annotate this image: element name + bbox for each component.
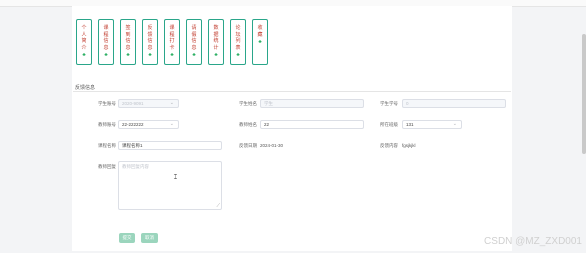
nav-item-char: 数 — [213, 25, 219, 31]
section-title: 反馈信息 — [75, 85, 96, 91]
nav-item-char: 息 — [191, 44, 197, 51]
divider — [73, 91, 511, 92]
leaf-icon: ♣ — [214, 52, 218, 59]
class-label: 所在班级 — [380, 122, 398, 127]
nav-item-char: 信 — [103, 38, 109, 45]
nav-item-3[interactable]: 签到信息 ♣ — [120, 19, 136, 65]
chevron-down-icon: ⌄ — [452, 121, 457, 127]
nav-item-8[interactable]: 论坛列表 ♣ — [230, 19, 246, 65]
content-value: fgsjkjkl — [402, 143, 416, 148]
nav-item-char: 藏 — [257, 31, 263, 38]
nav-item-char: 论 — [235, 25, 241, 31]
nav-item-char: 签 — [125, 25, 131, 31]
leaf-icon: ♣ — [148, 52, 152, 59]
nav-item-7[interactable]: 数据统计 ♣ — [208, 19, 224, 65]
nav-item-char: 反 — [147, 25, 153, 31]
reply-textarea[interactable]: 教师回复内容 ⟋ — [118, 161, 222, 210]
nav-item-char: 信 — [125, 38, 131, 45]
nav-item-char: 课 — [103, 25, 109, 31]
nav-item-char: 列 — [235, 38, 241, 45]
nav-item-char: 表 — [235, 44, 241, 51]
date-label: 反馈日期 — [239, 143, 257, 148]
scrollbar[interactable] — [582, 34, 586, 154]
student-name-label: 学生姓名 — [239, 101, 257, 106]
leaf-icon: ♣ — [82, 52, 86, 59]
leaf-icon: ♣ — [236, 52, 240, 59]
teacher-id-value: 22-222222 — [122, 122, 144, 127]
watermark: CSDN @MZ_ZXD001 — [484, 236, 582, 247]
chevron-down-icon: ⌄ — [169, 100, 174, 106]
student-no-label: 学生学号 — [380, 101, 398, 106]
nav-item-char: 信 — [191, 38, 197, 45]
nav-menu: 个人简介 ♣ 课程信息 ♣ 签到信息 ♣ 反馈信息 ♣ 课程打卡 ♣ 请假信息 ♣ 数据统计 ♣ 论坛列表 ♣… — [76, 19, 268, 65]
class-select[interactable]: 131 ⌄ — [402, 120, 462, 129]
nav-item-char: 个 — [81, 25, 87, 31]
resize-handle-icon[interactable]: ⟋ — [216, 203, 220, 209]
teacher-name-field[interactable]: 22 — [260, 120, 364, 129]
student-id-label: 学生账号 — [98, 101, 116, 106]
reply-placeholder: 教师回复内容 — [122, 164, 149, 169]
nav-item-char: 息 — [103, 44, 109, 51]
nav-item-2[interactable]: 课程信息 ♣ — [98, 19, 114, 65]
chevron-down-icon: ⌄ — [169, 121, 174, 127]
nav-item-6[interactable]: 请假信息 ♣ — [186, 19, 202, 65]
text-cursor-icon: 𝙸 — [173, 174, 178, 181]
date-value: 2024-01-30 — [260, 143, 284, 148]
nav-item-char: 计 — [213, 44, 219, 51]
nav-item-4[interactable]: 反馈信息 ♣ — [142, 19, 158, 65]
nav-item-char: 卡 — [169, 44, 175, 51]
leaf-icon: ♣ — [192, 52, 196, 59]
content-label: 反馈内容 — [380, 143, 398, 148]
class-value: 131 — [406, 122, 414, 127]
teacher-id-select[interactable]: 22-222222 ⌄ — [118, 120, 179, 129]
nav-item-char: 简 — [81, 38, 87, 45]
leaf-icon: ♣ — [258, 39, 262, 46]
course-field[interactable]: 课程名称1 — [118, 141, 222, 150]
nav-item-char: 介 — [81, 44, 87, 51]
nav-item-char: 信 — [147, 38, 153, 45]
nav-item-char: 打 — [169, 38, 175, 45]
teacher-name-label: 教师姓名 — [239, 122, 257, 127]
submit-button[interactable]: 提交 — [119, 233, 135, 243]
course-label: 课程名称 — [98, 143, 116, 148]
teacher-id-label: 教师账号 — [98, 122, 116, 127]
nav-item-char: 课 — [169, 25, 175, 31]
nav-item-9[interactable]: 收藏 ♣ — [252, 19, 268, 65]
student-name-field[interactable]: 学生 — [260, 99, 364, 108]
student-id-select[interactable]: 2020-9091 ⌄ — [118, 99, 179, 108]
leaf-icon: ♣ — [126, 52, 130, 59]
nav-item-char: 息 — [125, 44, 131, 51]
nav-item-char: 统 — [213, 38, 219, 45]
nav-item-char: 收 — [257, 25, 263, 31]
student-id-value: 2020-9091 — [122, 101, 144, 106]
nav-item-char: 息 — [147, 44, 153, 51]
cancel-button[interactable]: 取消 — [141, 233, 158, 243]
reply-label: 教师回复 — [98, 164, 116, 169]
student-no-field[interactable]: 0 — [402, 99, 506, 108]
nav-item-1[interactable]: 个人简介 ♣ — [76, 19, 92, 65]
leaf-icon: ♣ — [170, 52, 174, 59]
leaf-icon: ♣ — [104, 52, 108, 59]
nav-item-char: 请 — [191, 25, 197, 31]
nav-item-5[interactable]: 课程打卡 ♣ — [164, 19, 180, 65]
